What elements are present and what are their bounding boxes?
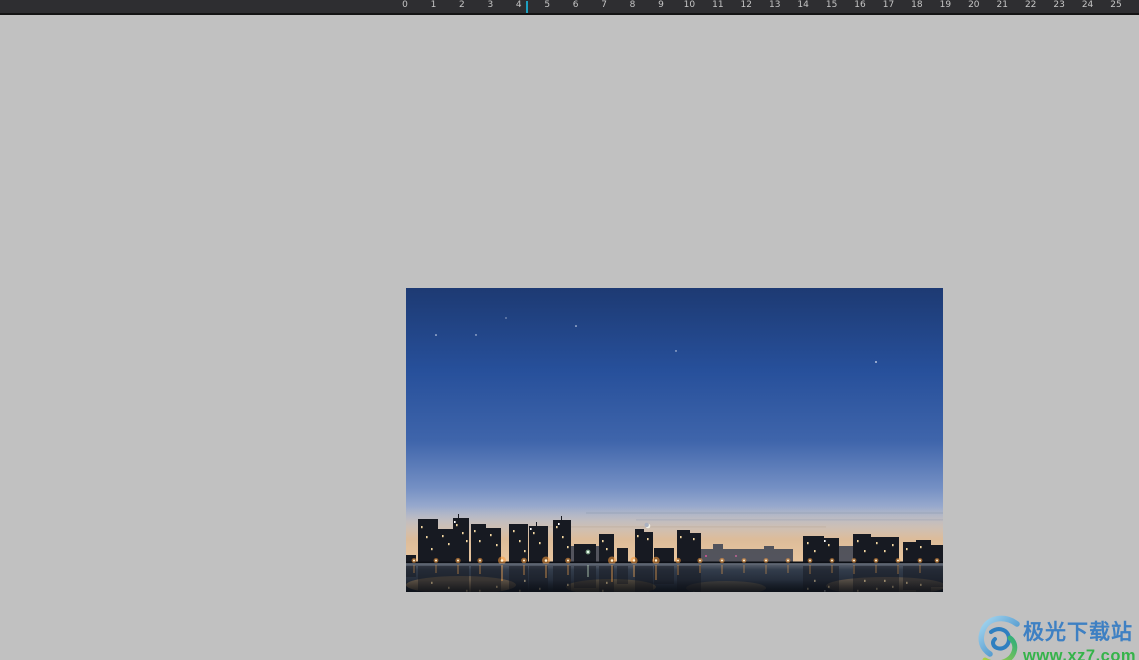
ruler-tick-label: 5 xyxy=(544,0,551,10)
ruler-tick-label: 14 xyxy=(797,0,809,10)
ruler-tick-label: 1 xyxy=(430,0,437,10)
sky xyxy=(406,288,943,566)
ruler-tick-label: 0 xyxy=(402,0,408,10)
watermark-site-url: www.xz7.com xyxy=(1023,647,1137,660)
ruler-tick-label: 10 xyxy=(683,0,696,10)
city-skyline-image xyxy=(406,288,943,592)
ruler-tick-label: 6 xyxy=(572,0,579,10)
ruler-tick-label: 13 xyxy=(768,0,781,10)
ruler-tick-label: 25 xyxy=(1110,0,1122,10)
ruler-tick-label: 18 xyxy=(911,0,923,10)
ruler-tick-label: 20 xyxy=(968,0,980,10)
water xyxy=(406,563,943,592)
watermark-text: 极光下载站 www.xz7.com xyxy=(1023,612,1136,660)
watermark-site-name: 极光下载站 xyxy=(1023,621,1133,644)
ruler-tick-label: 11 xyxy=(712,0,724,10)
app-window: 0 1 2 3 4 5 6 7 8 9 10 11 12 13 14 15 16 17 18 19 20 21 22 23 24… xyxy=(0,0,1139,660)
preview-image[interactable] xyxy=(406,288,943,592)
playhead[interactable] xyxy=(525,1,528,13)
ruler-tick-label: 2 xyxy=(459,0,465,10)
ruler-tick-label: 8 xyxy=(629,0,636,10)
watermark: 极光下载站 www.xz7.com xyxy=(976,612,1136,660)
ruler-tick-label: 19 xyxy=(939,0,952,10)
ruler-tick-label: 17 xyxy=(882,0,895,10)
ruler-tick-label: 9 xyxy=(658,0,664,10)
watermark-swirl-logo-icon xyxy=(978,615,1020,660)
ruler-tick-label: 24 xyxy=(1081,0,1094,10)
ruler-tick-label: 23 xyxy=(1053,0,1065,10)
timeline-ruler[interactable]: 0 1 2 3 4 5 6 7 8 9 10 11 12 13 14 15 16 17 18 19 20 21 22 23 24… xyxy=(0,0,1139,15)
editor-canvas: 极光下载站 www.xz7.com xyxy=(0,15,1139,660)
ruler-tick-label: 21 xyxy=(996,0,1008,10)
ruler-tick-label: 12 xyxy=(740,0,752,10)
ruler-tick-label: 3 xyxy=(487,0,494,10)
ruler-tick-label: 7 xyxy=(601,0,607,10)
ruler-tick-label: 15 xyxy=(825,0,838,10)
ruler-tick-label: 22 xyxy=(1024,0,1037,10)
ruler-tick-label: 16 xyxy=(854,0,866,10)
ruler-tick-label: 4 xyxy=(515,0,522,10)
